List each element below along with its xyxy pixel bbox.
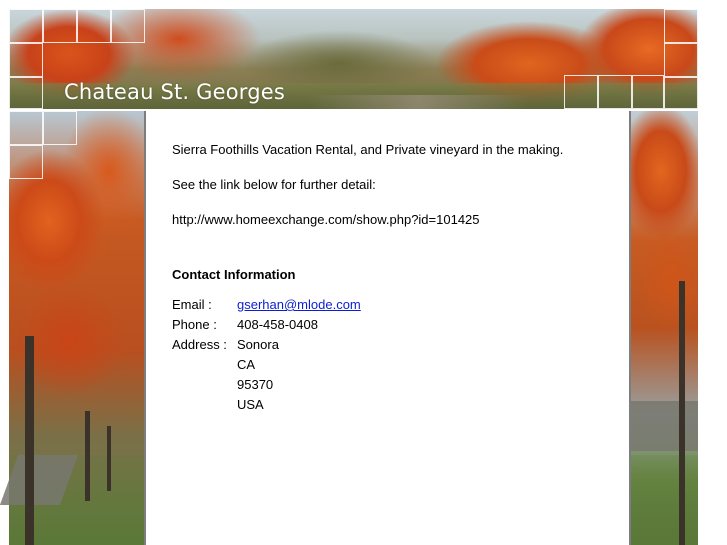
listing-url-text: http://www.homeexchange.com/show.php?id=… <box>172 212 480 227</box>
address-line-state: CA <box>237 357 256 372</box>
header-banner: Chateau St. Georges <box>9 9 698 109</box>
phone-value: 408-458-0408 <box>237 317 318 332</box>
address-label: Address : <box>172 337 227 352</box>
decor-grid-square <box>111 9 145 43</box>
decor-grid-square <box>9 145 43 179</box>
tree-trunk <box>25 336 34 545</box>
address-line-zip: 95370 <box>237 377 274 392</box>
right-panel-path <box>631 401 698 451</box>
phone-label: Phone : <box>172 317 217 332</box>
decor-grid-square <box>632 75 664 109</box>
right-panel-lawn <box>631 455 698 545</box>
decor-grid-square <box>77 9 111 43</box>
tree-trunk <box>107 426 111 491</box>
decor-grid-square <box>664 77 698 109</box>
decor-grid-square <box>564 75 598 109</box>
decor-grid-square <box>43 111 77 145</box>
email-link[interactable]: gserhan@mlode.com <box>237 297 361 312</box>
decor-grid-square <box>43 9 77 43</box>
left-photo-panel <box>0 111 144 545</box>
decor-grid-square <box>664 9 698 43</box>
decor-grid-square <box>664 43 698 77</box>
decor-grid-square <box>9 9 43 43</box>
email-label: Email : <box>172 297 212 312</box>
see-link-text: See the link below for further detail: <box>172 177 376 192</box>
tree-trunk <box>679 281 685 545</box>
address-line-city: Sonora <box>237 337 279 352</box>
tree-trunk <box>85 411 90 501</box>
main-content: Sierra Foothills Vacation Rental, and Pr… <box>146 111 629 545</box>
decor-grid-square <box>598 75 632 109</box>
decor-grid-square <box>9 77 43 109</box>
address-line-country: USA <box>237 397 264 412</box>
right-photo-panel <box>631 111 698 545</box>
contact-heading: Contact Information <box>172 267 296 282</box>
page-frame: Chateau St. Georges Sierra Foothills Vac… <box>0 9 698 545</box>
decor-grid-square <box>9 111 43 145</box>
banner-road <box>309 95 529 109</box>
decor-grid-square <box>9 43 43 77</box>
description-text: Sierra Foothills Vacation Rental, and Pr… <box>172 142 564 157</box>
site-title: Chateau St. Georges <box>64 80 286 104</box>
